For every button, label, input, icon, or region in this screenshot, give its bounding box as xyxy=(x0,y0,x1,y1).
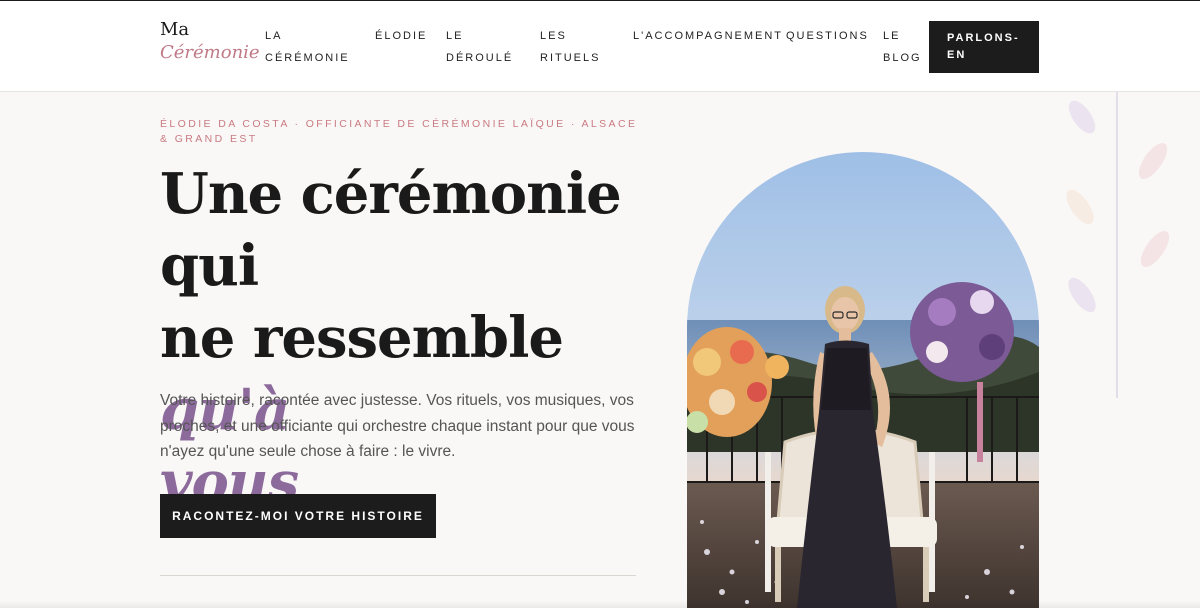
cta-label: EN xyxy=(947,49,967,61)
decorative-petal xyxy=(1063,273,1101,317)
nav-label: L'ACCOMPAGNEMENT xyxy=(633,30,784,42)
nav-item-le-deroule[interactable]: LE DÉROULÉ xyxy=(446,25,513,69)
hero-eyebrow: ÉLODIE DA COSTA · OFFICIANTE DE CÉRÉMONI… xyxy=(160,118,638,145)
bottom-shadow xyxy=(0,600,1200,608)
nav-label: CÉRÉMONIE xyxy=(265,52,350,64)
nav-item-les-rituels[interactable]: LES RITUELS xyxy=(540,25,600,69)
decorative-petal xyxy=(1061,185,1099,229)
nav-item-accompagnement[interactable]: L'ACCOMPAGNEMENT xyxy=(633,25,783,47)
nav-label: LA xyxy=(265,30,283,42)
decorative-petal xyxy=(1135,226,1175,272)
nav-label: BLOG xyxy=(883,52,922,64)
cta-label: PARLONS- xyxy=(947,32,1020,44)
hero-divider xyxy=(160,575,636,576)
decorative-petal xyxy=(1133,138,1173,184)
site-logo[interactable]: Ma Cérémonie xyxy=(160,19,260,64)
hero-intro: Votre histoire, racontée avec justesse. … xyxy=(160,392,635,460)
parlons-en-button[interactable]: PARLONS- EN xyxy=(929,21,1039,73)
nav-label: LE xyxy=(883,30,901,42)
nav-label: QUESTIONS xyxy=(786,30,869,42)
decorative-petal xyxy=(1063,96,1101,138)
decorative-line xyxy=(1116,92,1118,398)
racontez-moi-button[interactable]: RACONTEZ-MOI VOTRE HISTOIRE xyxy=(160,494,436,538)
nav-label: RITUELS xyxy=(540,52,601,64)
nav-label: DÉROULÉ xyxy=(446,52,514,64)
headline-line-2: ne ressemble xyxy=(160,305,564,371)
nav-label: LES xyxy=(540,30,567,42)
logo-line-1: Ma xyxy=(160,19,190,40)
nav-item-elodie[interactable]: ÉLODIE xyxy=(375,25,427,47)
nav-label: LE xyxy=(446,30,464,42)
headline-line-1: Une cérémonie qui xyxy=(160,161,622,299)
nav-item-le-blog[interactable]: LE BLOG xyxy=(883,25,922,69)
nav-item-la-ceremonie[interactable]: LA CÉRÉMONIE xyxy=(265,25,350,69)
nav-item-questions[interactable]: QUESTIONS xyxy=(786,25,869,47)
logo-line-2: Cérémonie xyxy=(160,41,260,63)
site-header: Ma Cérémonie LA CÉRÉMONIE ÉLODIE LE DÉRO… xyxy=(0,0,1200,92)
hero-photo xyxy=(687,152,1039,608)
nav-label: ÉLODIE xyxy=(375,30,428,42)
